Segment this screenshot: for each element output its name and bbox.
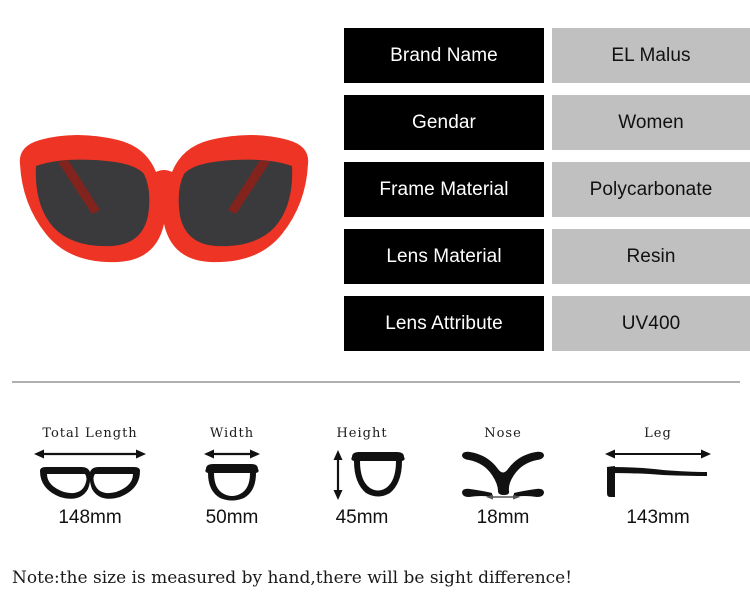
spec-key-cell: Lens Attribute bbox=[344, 296, 544, 351]
measurement-label: Leg bbox=[644, 426, 672, 441]
measurement-value: 148mm bbox=[58, 507, 122, 528]
table-row: Lens Attribute UV400 bbox=[344, 296, 750, 351]
cell-gap bbox=[544, 28, 552, 83]
spec-key-cell: Lens Material bbox=[344, 229, 544, 284]
eyeglasses-front-icon bbox=[15, 443, 165, 505]
measurement-width: Width 50mm bbox=[157, 425, 307, 531]
measurement-leg: Leg 143mm bbox=[583, 425, 733, 531]
cell-gap bbox=[544, 95, 552, 150]
lens-height-icon bbox=[287, 443, 437, 505]
measurement-label: Width bbox=[209, 426, 255, 441]
product-image-panel bbox=[0, 0, 330, 382]
measurement-value: 18mm bbox=[476, 507, 530, 528]
temple-arm-icon bbox=[583, 443, 733, 505]
measurement-height: Height 45mm bbox=[287, 425, 437, 531]
measurement-label: Nose bbox=[484, 426, 522, 441]
spec-key-cell: Gendar bbox=[344, 95, 544, 150]
measurement-label: Total Length bbox=[42, 426, 138, 441]
cell-gap bbox=[544, 162, 552, 217]
table-row: Frame Material Polycarbonate bbox=[344, 162, 750, 217]
specification-table: Brand Name EL Malus Gendar Women Frame M… bbox=[344, 28, 750, 363]
spec-value-cell: UV400 bbox=[552, 296, 750, 351]
spec-value-cell: Resin bbox=[552, 229, 750, 284]
measurements-section: Total Length 148mm Width 50mm Height 45m… bbox=[0, 425, 750, 540]
spec-value-cell: EL Malus bbox=[552, 28, 750, 83]
cell-gap bbox=[544, 229, 552, 284]
lens-width-icon bbox=[157, 443, 307, 505]
table-row: Lens Material Resin bbox=[344, 229, 750, 284]
spec-value-cell: Women bbox=[552, 95, 750, 150]
section-divider bbox=[12, 381, 740, 383]
nose-bridge-icon bbox=[428, 443, 578, 505]
table-row: Gendar Women bbox=[344, 95, 750, 150]
spec-value-cell: Polycarbonate bbox=[552, 162, 750, 217]
measurement-nose: Nose 18mm bbox=[428, 425, 578, 531]
size-note: Note:the size is measured by hand,there … bbox=[12, 568, 573, 588]
spec-key-cell: Brand Name bbox=[344, 28, 544, 83]
sunglasses-icon bbox=[14, 128, 314, 273]
measurement-value: 50mm bbox=[205, 507, 259, 528]
spec-key-cell: Frame Material bbox=[344, 162, 544, 217]
measurement-value: 143mm bbox=[626, 507, 690, 528]
table-row: Brand Name EL Malus bbox=[344, 28, 750, 83]
measurement-total-length: Total Length 148mm bbox=[15, 425, 165, 531]
product-overview-section: Brand Name EL Malus Gendar Women Frame M… bbox=[0, 0, 750, 382]
cell-gap bbox=[544, 296, 552, 351]
measurement-value: 45mm bbox=[335, 507, 389, 528]
measurement-label: Height bbox=[336, 426, 388, 441]
